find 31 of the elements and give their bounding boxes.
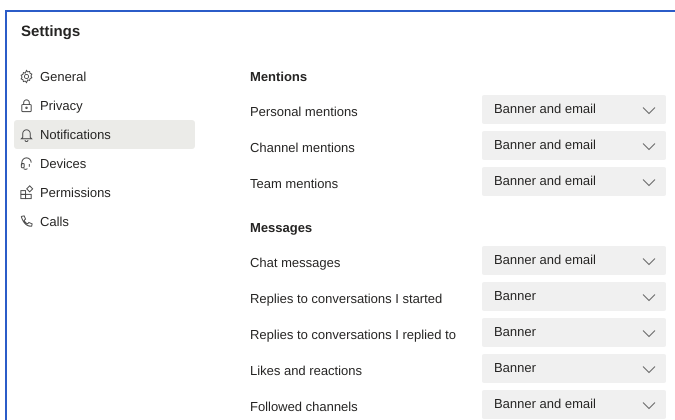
sidebar-item[interactable]: Notifications [14,120,195,149]
setting-label: Channel mentions [250,139,355,155]
bell-icon [19,127,34,142]
window-title: Settings [20,22,82,42]
notification-dropdown[interactable]: Banner [482,354,666,383]
grid-icon [19,185,34,200]
sidebar-item[interactable]: Calls [14,207,195,236]
sidebar-item[interactable]: Privacy [14,91,195,120]
sidebar-item[interactable]: Devices [14,149,195,178]
notification-dropdown[interactable]: Banner and email [482,131,666,160]
sidebar-item[interactable]: Permissions [14,178,195,207]
setting-label: Replies to conversations I replied to [250,326,456,342]
setting-label: Team mentions [250,175,338,191]
notification-dropdown[interactable]: Banner and email [482,390,666,419]
section-heading: Messages [250,218,314,237]
notification-dropdown[interactable]: Banner [482,282,666,311]
notification-dropdown[interactable]: Banner [482,318,666,347]
section-heading: Mentions [250,68,308,86]
sidebar-item[interactable]: General [14,62,195,91]
lock-icon [19,98,34,113]
notification-dropdown[interactable]: Banner and email [482,167,666,196]
setting-label: Likes and reactions [250,362,362,378]
headset-icon [19,156,34,171]
setting-label: Chat messages [250,254,340,270]
setting-label: Replies to conversations I started [250,290,442,306]
setting-label: Personal mentions [250,103,358,119]
phone-icon [19,214,34,229]
setting-label: Followed channels [250,398,358,414]
notification-dropdown[interactable]: Banner and email [482,246,666,275]
notification-dropdown[interactable]: Banner and email [482,95,666,124]
gear-icon [19,69,34,84]
